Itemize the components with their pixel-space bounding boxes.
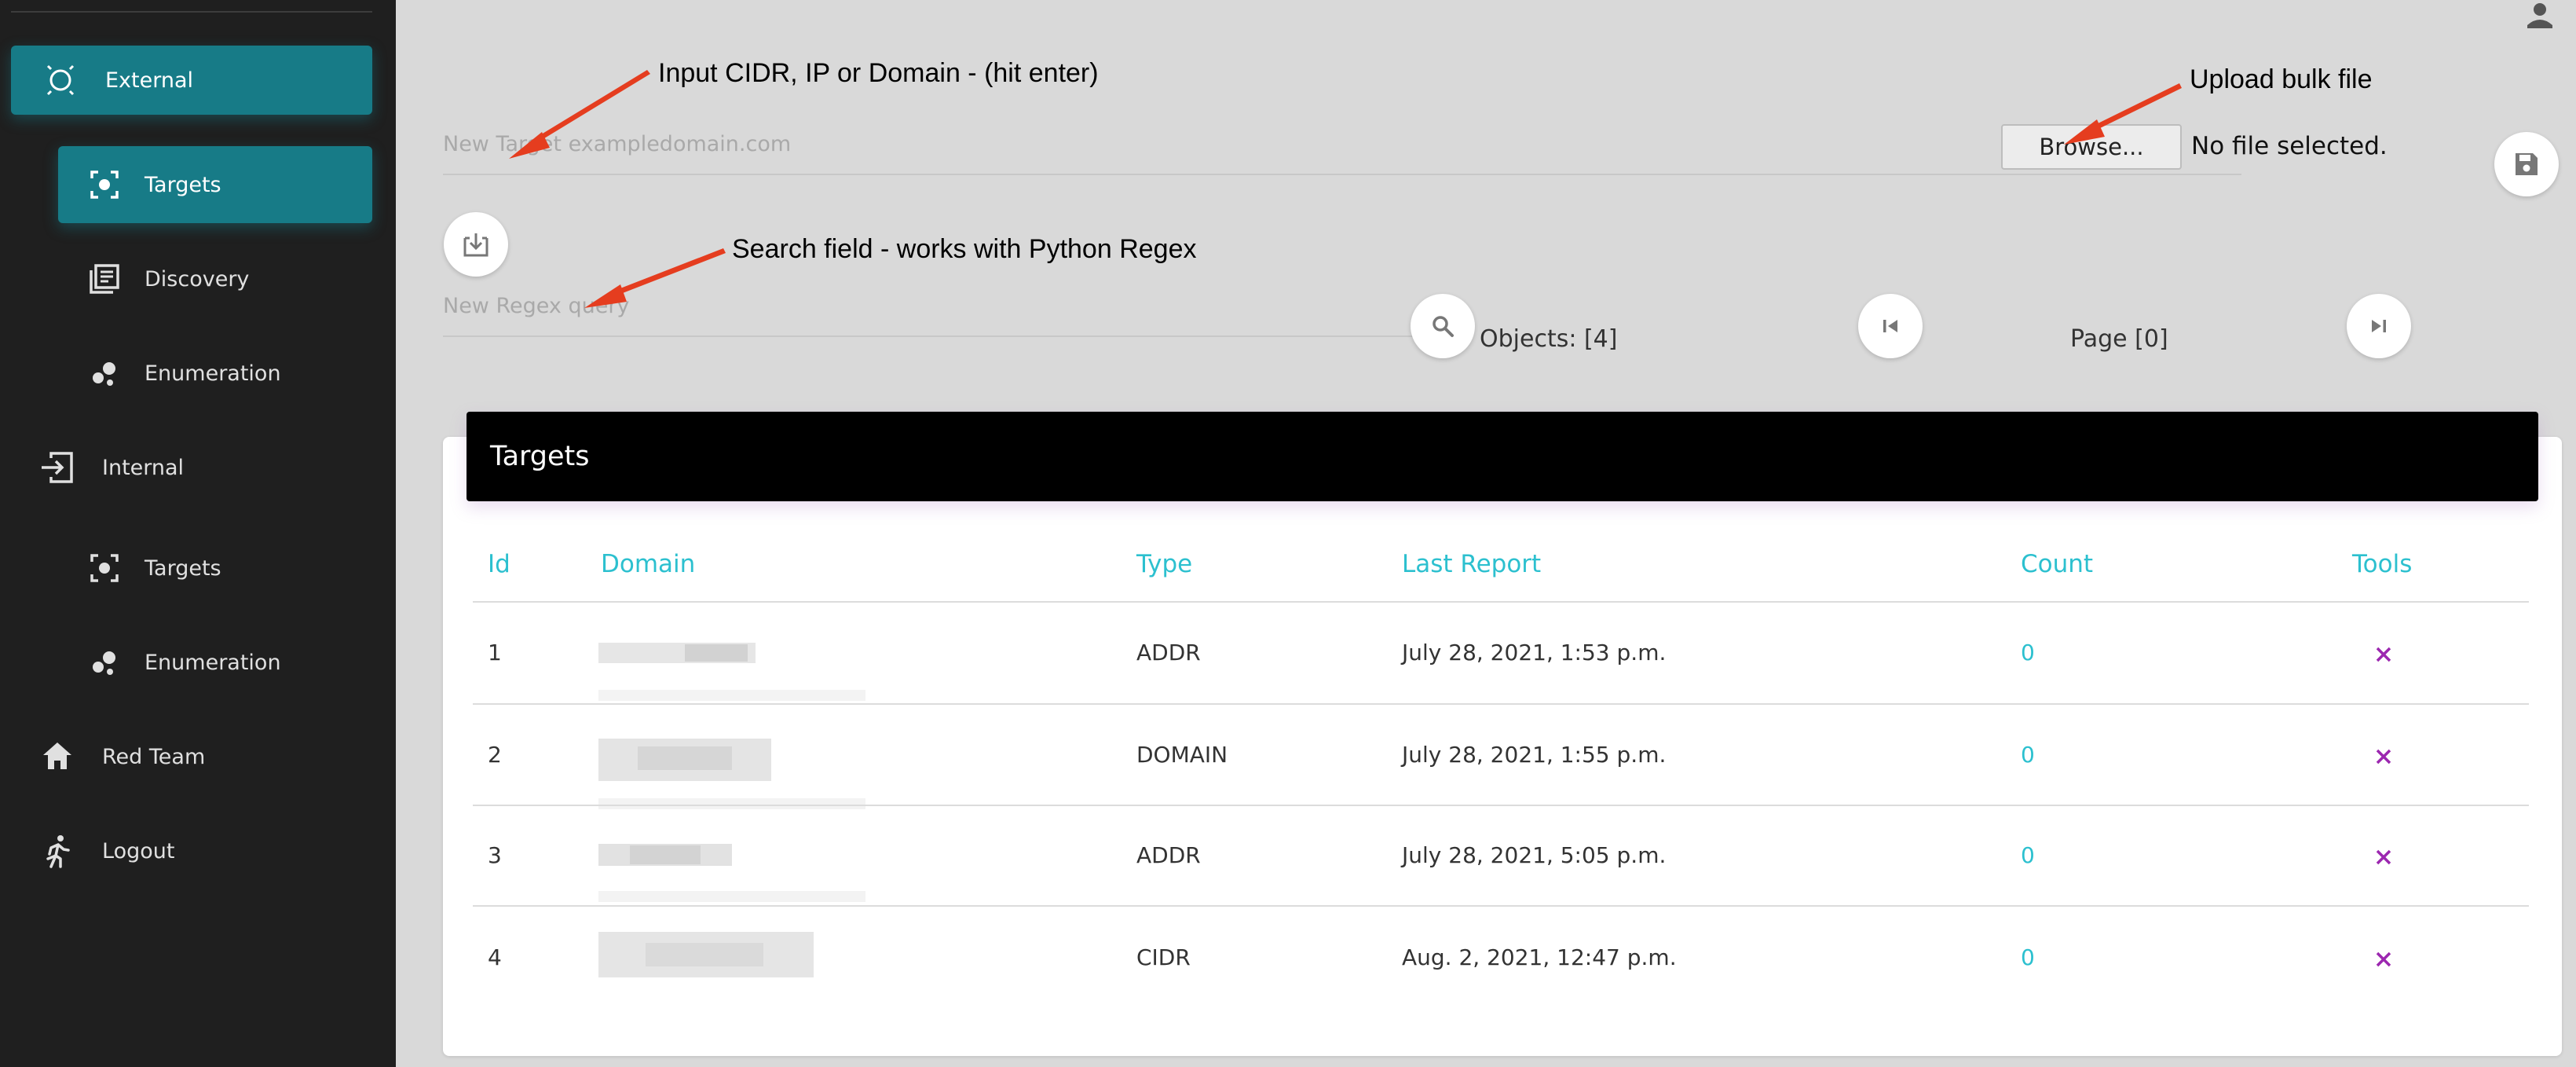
arrow-search-head	[584, 284, 627, 308]
delete-icon[interactable]	[2373, 847, 2394, 867]
arrow-upload-shaft	[2087, 83, 2182, 134]
delete-icon[interactable]	[2373, 644, 2394, 665]
arrow-search-shaft	[610, 248, 726, 297]
cell-type: DOMAIN	[1136, 742, 1228, 768]
cell-last-report: July 28, 2021, 5:05 p.m.	[1402, 842, 1667, 868]
row-divider	[473, 905, 2529, 907]
column-header-count[interactable]: Count	[2021, 550, 2093, 578]
cell-id: 4	[488, 944, 502, 970]
redacted-domain[interactable]	[598, 932, 834, 979]
cell-id: 2	[488, 742, 502, 768]
column-header-type[interactable]: Type	[1136, 550, 1192, 578]
column-header-last-report[interactable]: Last Report	[1402, 550, 1541, 578]
redacted-domain[interactable]	[598, 633, 865, 704]
cell-id: 1	[488, 640, 502, 666]
arrow-input-shaft	[531, 70, 650, 145]
cell-type: ADDR	[1136, 842, 1201, 868]
cell-last-report: July 28, 2021, 1:53 p.m.	[1402, 640, 1667, 666]
cell-count-link[interactable]: 0	[2021, 944, 2035, 970]
cell-type: CIDR	[1136, 944, 1191, 970]
cell-count-link[interactable]: 0	[2021, 842, 2035, 868]
column-header-id[interactable]: Id	[488, 550, 510, 578]
cell-type: ADDR	[1136, 640, 1201, 666]
cell-last-report: Aug. 2, 2021, 12:47 p.m.	[1402, 944, 1677, 970]
cell-last-report: July 28, 2021, 1:55 p.m.	[1402, 742, 1667, 768]
arrow-input-head	[509, 132, 550, 159]
column-header-domain[interactable]: Domain	[601, 550, 695, 578]
redacted-domain[interactable]	[598, 732, 865, 811]
delete-icon[interactable]	[2373, 746, 2394, 767]
row-divider	[473, 703, 2529, 705]
column-header-tools: Tools	[2352, 550, 2413, 578]
cell-count-link[interactable]: 0	[2021, 640, 2035, 666]
row-divider	[473, 805, 2529, 806]
row-divider	[473, 601, 2529, 603]
delete-icon[interactable]	[2373, 949, 2394, 970]
card-title: Targets	[467, 412, 2538, 501]
cell-id: 3	[488, 842, 502, 868]
cell-count-link[interactable]: 0	[2021, 742, 2035, 768]
